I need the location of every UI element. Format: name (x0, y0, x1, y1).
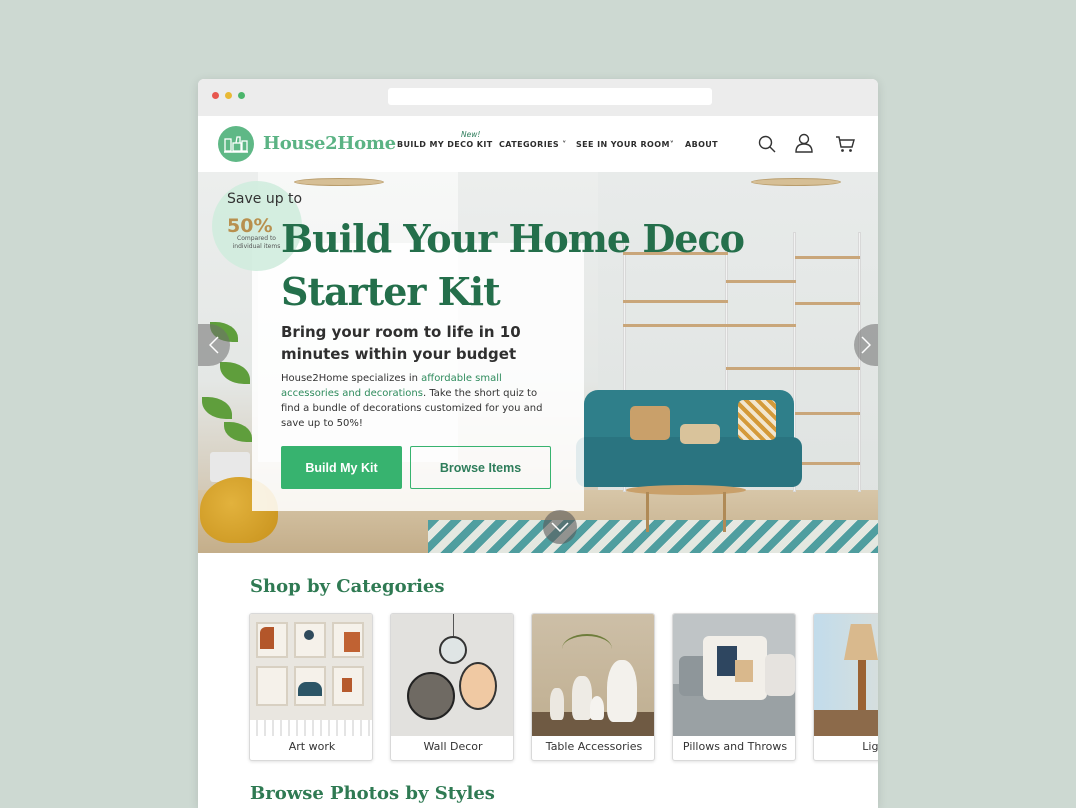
category-label: Art work (288, 740, 336, 753)
cart-icon[interactable] (835, 135, 855, 157)
build-my-kit-button[interactable]: Build My Kit (281, 446, 402, 489)
scroll-down-button[interactable] (543, 510, 577, 544)
shelf-board (623, 324, 728, 327)
category-label: Wall Decor (423, 740, 483, 753)
nav-see-in-your-room[interactable]: SEE IN YOUR ROOM˅ (576, 140, 674, 149)
new-badge: New! (461, 130, 481, 139)
browse-items-button[interactable]: Browse Items (410, 446, 551, 489)
hero-title: Build Your Home Deco Starter Kit (281, 216, 745, 314)
shelf-post (858, 232, 861, 492)
shelf-board (726, 367, 796, 370)
wall-decor-image (391, 614, 513, 736)
category-label: Table Accessories (545, 740, 643, 753)
shelf-board (795, 256, 860, 259)
nav-build-my-deco-kit[interactable]: BUILD MY DECO KIT (397, 140, 493, 149)
hero-rug (428, 520, 878, 553)
close-window-dot[interactable] (212, 92, 219, 99)
pillow-image (738, 400, 776, 440)
savings-note: Compared to individual items (232, 235, 281, 250)
savings-label: Save up to (227, 191, 303, 207)
shelf-board (795, 367, 860, 370)
art-work-image (250, 614, 372, 736)
hero-description-part: House2Home specializes in (281, 373, 422, 384)
maximize-window-dot[interactable] (238, 92, 245, 99)
pillow-image (630, 406, 670, 440)
category-card-light[interactable]: Light (813, 613, 878, 761)
category-card-wall-decor[interactable]: Wall Decor (390, 613, 514, 761)
shelf-board (726, 324, 796, 327)
coffee-table-image (626, 485, 746, 495)
hero-banner: Save up to 50% Compared to individual it… (198, 172, 878, 553)
category-label: Light (862, 740, 878, 753)
category-card-pillows-and-throws[interactable]: Pillows and Throws (672, 613, 796, 761)
search-icon[interactable] (758, 135, 776, 157)
shelf-board (795, 462, 860, 465)
chevron-right-icon (861, 336, 871, 354)
category-card-table-accessories[interactable]: Table Accessories (531, 613, 655, 761)
chevron-left-icon (209, 336, 219, 354)
brand-logo-icon[interactable] (218, 126, 254, 162)
browser-window: House2Home New! BUILD MY DECO KIT CATEGO… (198, 79, 878, 808)
savings-percent: 50% (227, 215, 273, 237)
table-leg (646, 492, 649, 532)
hero-description: House2Home specializes in affordable sma… (281, 371, 551, 431)
light-image (814, 614, 878, 736)
user-icon[interactable] (795, 133, 813, 157)
plant-leaf (202, 397, 232, 419)
shelf-board (795, 412, 860, 415)
browse-photos-by-styles-title: Browse Photos by Styles (250, 783, 495, 804)
browser-chrome (198, 79, 878, 116)
brand-name[interactable]: House2Home (263, 133, 396, 154)
minimize-window-dot[interactable] (225, 92, 232, 99)
category-card-art-work[interactable]: Art work (249, 613, 373, 761)
top-navigation: House2Home New! BUILD MY DECO KIT CATEGO… (198, 116, 878, 172)
address-bar[interactable] (388, 88, 712, 105)
nav-categories[interactable]: CATEGORIES ˅ (499, 140, 567, 149)
plant-leaf (224, 422, 252, 442)
table-accessories-image (532, 614, 654, 736)
sofa-seat-image (576, 437, 802, 487)
chevron-down-icon (551, 522, 569, 532)
pillows-and-throws-image (673, 614, 795, 736)
category-label: Pillows and Throws (682, 740, 788, 753)
pendant-lamp-image (294, 178, 384, 186)
pendant-lamp-image (751, 178, 841, 186)
hero-subtitle: Bring your room to life in 10 minutes wi… (281, 323, 521, 363)
shop-by-categories-title: Shop by Categories (250, 576, 445, 597)
plant-leaf (220, 362, 250, 384)
table-leg (723, 492, 726, 532)
pillow-image (680, 424, 720, 444)
shelf-board (795, 302, 860, 305)
nav-about[interactable]: ABOUT (685, 140, 718, 149)
